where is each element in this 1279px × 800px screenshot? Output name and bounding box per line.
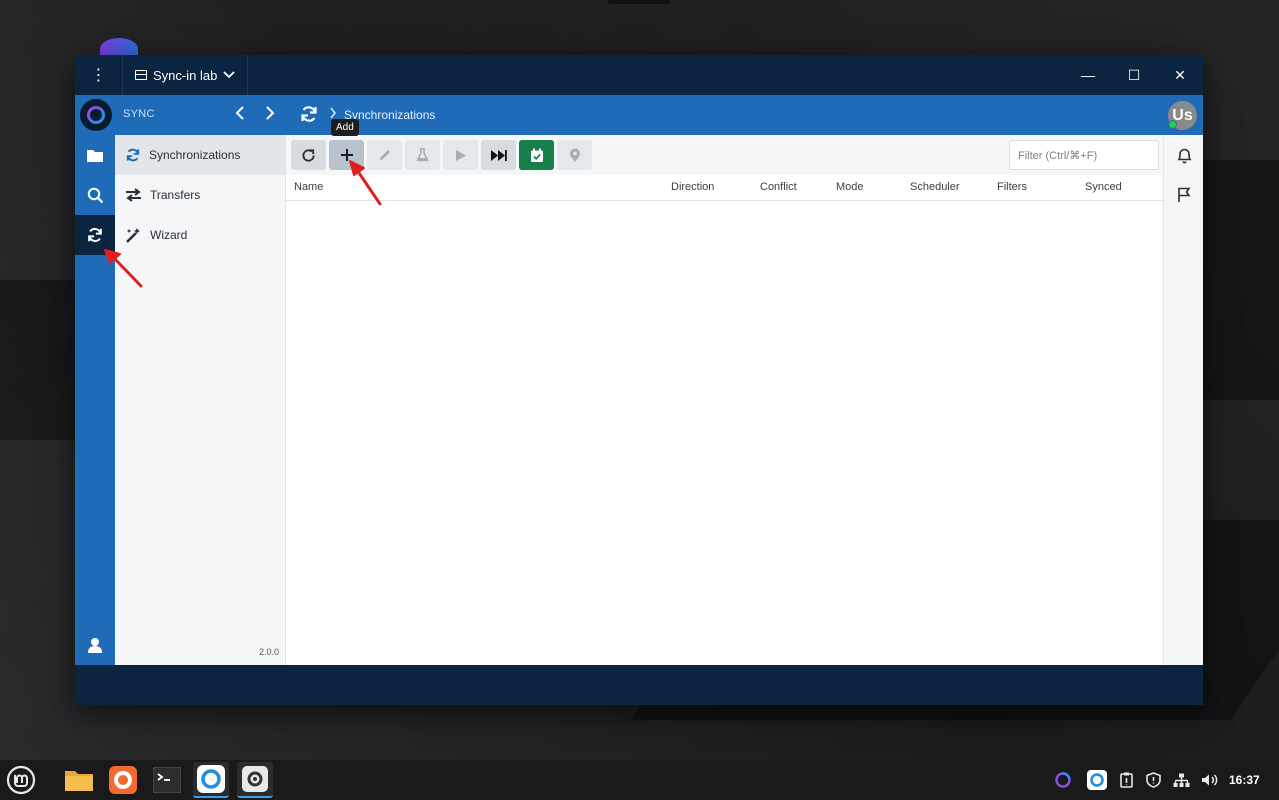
online-status-dot (1168, 120, 1177, 129)
tray-clipboard-icon[interactable] (1115, 768, 1137, 792)
table-header: Name Direction Conflict Mode Scheduler F… (286, 175, 1164, 201)
titlebar: ⋮ Sync-in lab — ☐ ✕ (75, 55, 1203, 95)
right-rail (1163, 135, 1203, 665)
logo-ring-icon (87, 106, 105, 124)
maximize-button[interactable]: ☐ (1111, 55, 1157, 95)
edit-button[interactable] (367, 140, 402, 170)
sidebar-item-synchronizations[interactable]: Synchronizations (115, 135, 285, 175)
run-all-button[interactable] (481, 140, 516, 170)
tray-sync-in-icon[interactable] (1052, 768, 1074, 792)
toolbar: Filter (Ctrl/⌘+F) (286, 135, 1164, 175)
tray-shield-icon[interactable] (1142, 768, 1164, 792)
clock[interactable]: 16:37 (1229, 773, 1260, 787)
map-pin-icon (569, 148, 580, 162)
taskbar-files[interactable] (61, 762, 97, 798)
taskbar-terminal[interactable] (149, 762, 185, 798)
run-button[interactable] (443, 140, 478, 170)
pencil-icon (379, 150, 390, 160)
chevron-left-icon (235, 106, 244, 120)
forward-button[interactable] (260, 103, 280, 127)
app-header: SYNC Synchronizations Us (75, 95, 1203, 135)
chevron-right-icon (266, 106, 275, 120)
main-panel: Filter (Ctrl/⌘+F) Name Direction Conflic… (285, 135, 1164, 665)
profile-button[interactable] (75, 625, 115, 665)
back-button[interactable] (230, 103, 250, 127)
sync-icon (88, 228, 102, 242)
section-label: SYNC (123, 108, 155, 120)
calendar-check-icon (530, 148, 543, 162)
breadcrumb-sync-icon (298, 104, 320, 126)
search-button[interactable] (75, 175, 115, 215)
taskbar-sync-in[interactable] (193, 762, 229, 798)
column-filters[interactable]: Filters (997, 181, 1027, 193)
chevron-down-icon (223, 71, 235, 79)
files-button[interactable] (75, 135, 115, 175)
firefox-icon (109, 766, 137, 794)
tray-sync-status-icon[interactable] (1086, 768, 1108, 792)
app-window: ⋮ Sync-in lab — ☐ ✕ SYNC Synchronization… (75, 55, 1203, 705)
tray-network-icon[interactable] (1170, 768, 1192, 792)
version-label: 2.0.0 (258, 647, 279, 657)
sidebar: Synchronizations Transfers Wizard 2.0.0 (115, 135, 285, 665)
app-logo[interactable] (80, 99, 112, 131)
flag-icon (1178, 187, 1191, 202)
minimize-button[interactable]: — (1065, 55, 1111, 95)
start-menu-button[interactable] (3, 762, 39, 798)
plus-icon (340, 149, 353, 161)
close-button[interactable]: ✕ (1157, 55, 1203, 95)
refresh-button[interactable] (291, 140, 326, 170)
play-icon (455, 149, 466, 161)
flask-icon (416, 148, 429, 162)
left-rail (75, 135, 115, 665)
server-name: Sync-in lab (153, 67, 218, 83)
notifications-button[interactable] (1164, 135, 1204, 175)
mint-logo-icon (6, 765, 36, 795)
sidebar-item-label: Synchronizations (149, 148, 241, 162)
gear-icon (242, 766, 268, 792)
sidebar-item-label: Transfers (150, 188, 201, 202)
tasks-button[interactable] (1164, 175, 1204, 215)
sync-in-app-icon (197, 765, 225, 793)
refresh-icon (302, 148, 315, 162)
search-icon (87, 187, 103, 203)
menu-dots-button[interactable]: ⋮ (75, 55, 123, 95)
top-panel-handle (608, 0, 670, 4)
server-icon (135, 70, 147, 80)
column-name[interactable]: Name (294, 181, 323, 193)
wand-icon (126, 228, 140, 243)
column-mode[interactable]: Mode (836, 181, 864, 193)
column-conflict[interactable]: Conflict (760, 181, 797, 193)
server-selector[interactable]: Sync-in lab (123, 55, 249, 95)
breadcrumb-separator-icon (330, 107, 336, 119)
location-button[interactable] (557, 140, 592, 170)
transfer-icon (126, 188, 141, 202)
tray-volume-icon[interactable] (1199, 768, 1221, 792)
sidebar-item-wizard[interactable]: Wizard (115, 215, 285, 255)
add-tooltip: Add (331, 119, 359, 136)
filter-input[interactable]: Filter (Ctrl/⌘+F) (1009, 140, 1159, 170)
column-scheduler[interactable]: Scheduler (910, 181, 960, 193)
sidebar-item-transfers[interactable]: Transfers (115, 175, 285, 215)
taskbar-settings[interactable] (237, 762, 273, 798)
terminal-icon (153, 767, 181, 793)
sync-icon (126, 148, 140, 162)
folder-icon (87, 149, 103, 162)
add-button[interactable] (329, 140, 364, 170)
test-button[interactable] (405, 140, 440, 170)
status-bar (75, 665, 1203, 705)
taskbar: 16:37 (0, 760, 1279, 800)
column-synced[interactable]: Synced (1085, 181, 1122, 193)
column-direction[interactable]: Direction (671, 181, 714, 193)
fast-forward-icon (491, 149, 507, 161)
sync-button[interactable] (75, 215, 115, 255)
scheduler-button[interactable] (519, 140, 554, 170)
folder-icon (65, 771, 93, 791)
bell-icon (1177, 148, 1191, 163)
taskbar-firefox[interactable] (105, 762, 141, 798)
user-icon (88, 637, 102, 653)
sidebar-item-label: Wizard (150, 228, 188, 242)
